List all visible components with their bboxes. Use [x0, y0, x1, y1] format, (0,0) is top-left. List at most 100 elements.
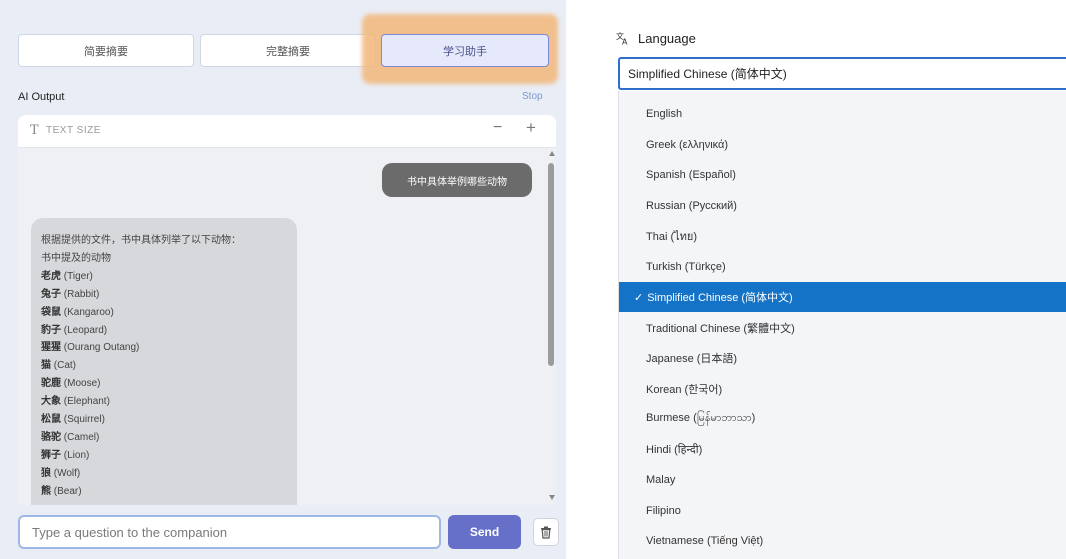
animal-list-item: 兔子 (Rabbit) [41, 286, 287, 304]
decrease-text-size-button[interactable]: − [493, 119, 502, 137]
animal-name-en: (Elephant) [63, 396, 110, 408]
clear-chat-button[interactable] [533, 518, 559, 546]
language-option[interactable]: Malay [619, 465, 1066, 495]
scroll-down-arrow-icon[interactable] [549, 495, 555, 500]
animal-name-en: (Camel) [63, 431, 100, 443]
animal-name-en: (Bear) [53, 485, 82, 497]
language-option[interactable]: Greek (ελληνικά) [619, 130, 1066, 160]
animal-list-item: 豹子 (Leopard) [41, 322, 287, 340]
animal-name-en: (Wolf) [53, 467, 81, 479]
animal-name-zh: 豹子 [41, 324, 61, 336]
language-panel: 文 A Language Simplified Chinese (简体中文) E… [566, 0, 1066, 559]
language-option-label: Malay [646, 474, 676, 486]
language-option[interactable]: Hindi (हिन्दी) [619, 435, 1066, 465]
animal-name-zh: 兔子 [41, 288, 61, 300]
language-option-label: Japanese (日本語) [646, 353, 738, 365]
svg-text:A: A [622, 38, 628, 46]
text-size-label: TEXT SIZE [46, 125, 101, 136]
animal-name-zh: 松鼠 [41, 414, 61, 426]
language-option[interactable]: Korean (한국어) [619, 374, 1066, 404]
animal-name-zh: 驼鹿 [41, 378, 61, 390]
ai-intro-text: 根据提供的文件，书中具体列举了以下动物： [41, 235, 241, 246]
language-option[interactable]: Spanish (Español) [619, 160, 1066, 190]
stop-link[interactable]: Stop [522, 91, 543, 102]
tab-study-assistant[interactable]: 学习助手 [381, 34, 549, 67]
checkmark-icon: ✓ [634, 291, 644, 304]
language-option-label: English [646, 108, 683, 120]
send-button[interactable]: Send [448, 515, 521, 549]
chat-scrollbar[interactable] [548, 151, 556, 505]
language-option[interactable]: Traditional Chinese (繁體中文) [619, 313, 1066, 343]
animal-list-item: 狮子 (Lion) [41, 447, 287, 465]
summary-panel: 简要摘要 完整摘要 学习助手 AI Output Stop T TEXT SIZ… [0, 0, 566, 559]
animal-list-item: 骆驼 (Camel) [41, 429, 287, 447]
user-message-text: 书中具体举例哪些动物 [407, 176, 507, 188]
language-option[interactable]: Thai (ไทย) [619, 221, 1066, 251]
animal-list-item: 老虎 (Tiger) [41, 268, 287, 286]
language-option[interactable]: Burmese (မြန်မာဘာသာ) [619, 404, 1066, 434]
language-option[interactable]: Turkish (Türkçe) [619, 252, 1066, 282]
language-option[interactable]: Filipino [619, 496, 1066, 526]
language-select[interactable]: Simplified Chinese (简体中文) [618, 57, 1066, 90]
animal-list-item: 袋鼠 (Kangaroo) [41, 304, 287, 322]
animal-name-en: (Moose) [63, 378, 101, 390]
trash-icon [541, 526, 551, 539]
animal-list: 老虎 (Tiger) 兔子 (Rabbit) 袋鼠 (Kangaroo) 豹子 (Le… [41, 268, 287, 501]
animal-name-en: (Rabbit) [63, 288, 100, 300]
tab-brief-summary[interactable]: 简要摘要 [18, 34, 194, 67]
scroll-up-arrow-icon[interactable] [549, 151, 555, 156]
animal-name-zh: 袋鼠 [41, 306, 61, 318]
animal-name-zh: 熊 [41, 485, 51, 497]
user-message-bubble: 书中具体举例哪些动物 [382, 163, 532, 197]
language-option[interactable]: Japanese (日本語) [619, 343, 1066, 373]
language-option-label: Thai (ไทย) [646, 231, 698, 243]
animal-name-en: (Ourang Outang) [63, 342, 140, 354]
language-title: Language [638, 31, 696, 46]
animal-name-zh: 老虎 [41, 270, 61, 282]
animal-name-en: (Lion) [63, 449, 90, 461]
language-option[interactable]: Vietnamese (Tiếng Việt) [619, 526, 1066, 556]
animal-list-item: 猫 (Cat) [41, 357, 287, 375]
language-option[interactable]: Russian (Русский) [619, 191, 1066, 221]
animal-list-item: 猩猩 (Ourang Outang) [41, 339, 287, 357]
language-option-label: Burmese (မြန်မာဘာသာ) [646, 412, 756, 424]
ai-output-label: AI Output [18, 91, 65, 103]
language-option-label: Traditional Chinese (繁體中文) [646, 322, 795, 335]
animal-name-zh: 大象 [41, 396, 61, 408]
ai-message-bubble: 根据提供的文件，书中具体列举了以下动物： 书中提及的动物 老虎 (Tiger) 兔… [31, 218, 297, 505]
language-option-label: Spanish (Español) [646, 169, 736, 181]
translate-icon: 文 A [616, 31, 628, 46]
animal-list-item: 熊 (Bear) [41, 483, 287, 501]
language-option-label: Hindi (हिन्दी) [646, 444, 703, 456]
animal-name-en: (Leopard) [63, 324, 108, 336]
scrollbar-thumb[interactable] [548, 163, 554, 366]
animal-name-zh: 猩猩 [41, 342, 61, 354]
animal-name-zh: 狼 [41, 467, 51, 479]
animal-name-en: (Squirrel) [63, 414, 105, 426]
animal-name-zh: 狮子 [41, 449, 61, 461]
language-option-label: Korean (한국어) [646, 383, 723, 396]
animal-list-item: 大象 (Elephant) [41, 393, 287, 411]
language-option-label: Simplified Chinese (简体中文) [647, 292, 793, 304]
animal-list-item: 狼 (Wolf) [41, 465, 287, 483]
ai-subheading: 书中提及的动物 [41, 252, 111, 264]
language-option-label: Russian (Русский) [646, 199, 737, 212]
language-option[interactable]: ✓ Simplified Chinese (简体中文) [619, 282, 1066, 312]
tab-full-summary[interactable]: 完整摘要 [200, 34, 376, 67]
language-dropdown-menu: English Greek (ελληνικά) Spanish (Español)… [618, 91, 1066, 559]
text-size-bar: T TEXT SIZE − + [18, 115, 556, 148]
language-option-label: Turkish (Türkçe) [646, 260, 726, 273]
text-size-icon: T [30, 123, 39, 138]
language-option[interactable]: English [619, 99, 1066, 129]
animal-list-item: 松鼠 (Squirrel) [41, 411, 287, 429]
animal-name-zh: 猫 [41, 360, 51, 372]
increase-text-size-button[interactable]: + [526, 118, 536, 138]
animal-name-en: (Tiger) [63, 270, 93, 282]
animal-list-item: 驼鹿 (Moose) [41, 375, 287, 393]
question-input[interactable] [18, 515, 441, 549]
animal-name-en: (Kangaroo) [63, 306, 114, 318]
language-option-label: Filipino [646, 504, 681, 517]
animal-name-en: (Cat) [53, 360, 77, 372]
language-option-label: Greek (ελληνικά) [646, 138, 729, 151]
animal-name-zh: 骆驼 [41, 431, 61, 443]
